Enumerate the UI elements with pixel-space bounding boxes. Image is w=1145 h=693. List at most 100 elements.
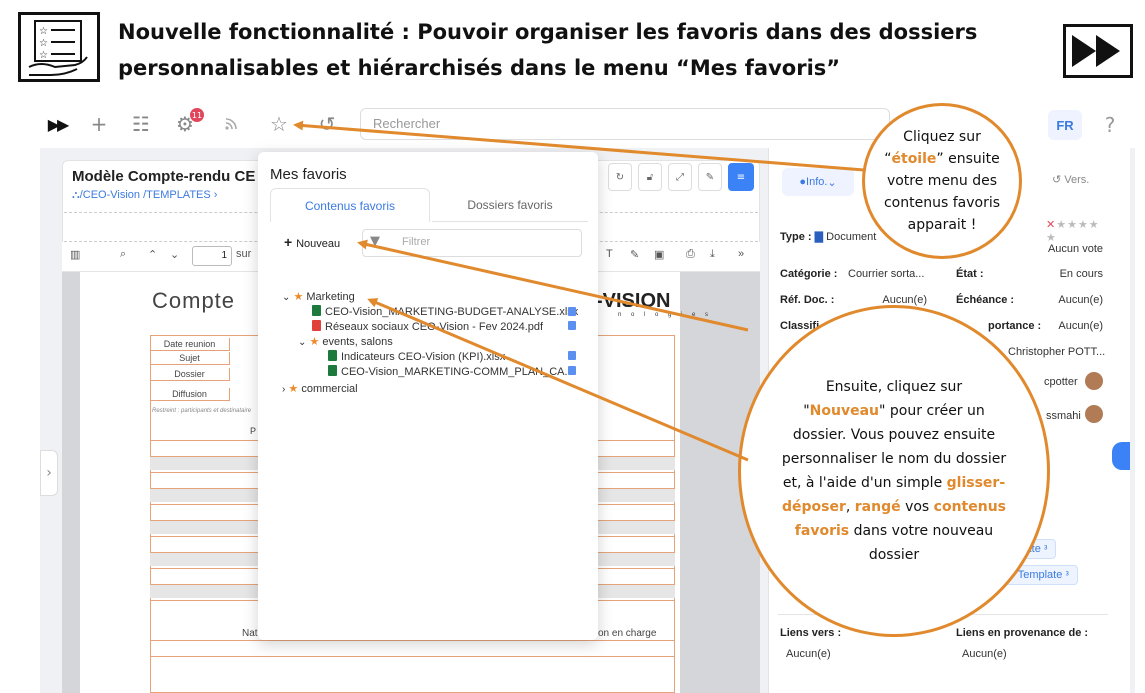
folder-commercial[interactable]: › ★ commercial (282, 382, 358, 395)
rating-stars[interactable]: ✕★★★★ ★ (1046, 218, 1100, 244)
form-section-label: P (250, 426, 257, 436)
notification-badge: 11 (190, 108, 204, 122)
menu-icon[interactable]: ≡ (728, 163, 754, 191)
user-name[interactable]: ssmahi (1046, 410, 1081, 422)
excel-file-icon (328, 350, 337, 361)
history-icon[interactable]: ↺ (314, 112, 340, 136)
folder-events[interactable]: ⌄ ★ events, salons (298, 335, 393, 348)
tab-favorite-folders[interactable]: Dossiers favoris (432, 188, 588, 222)
sitemap-icon: ⛬ (72, 189, 80, 201)
echeance-value: Aucun(e) (1058, 294, 1103, 306)
tab-favorite-contents[interactable]: Contenus favoris (270, 188, 430, 222)
sidebar-toggle-icon[interactable]: ▥ (70, 248, 80, 261)
rss-icon: ᵌ (1043, 543, 1048, 555)
chevron-down-icon[interactable]: ⌄ (298, 337, 306, 348)
avatar (1085, 405, 1103, 423)
filter-placeholder: Filtrer (402, 236, 431, 248)
search-input[interactable]: Rechercher (360, 108, 890, 140)
favorite-file[interactable]: Réseaux sociaux CEO-Vision - Fev 2024.pd… (312, 320, 543, 333)
refresh-icon[interactable]: ↻ (608, 163, 632, 191)
chevron-right-icon: › (213, 189, 218, 201)
favorite-file[interactable]: CEO-Vision_MARKETING-BUDGET-ANALYSE.xlsx (312, 305, 578, 318)
word-doc-icon: ▇ (814, 231, 824, 243)
form-note: Restreint : participants et destinataire (152, 408, 252, 414)
tree-list-icon[interactable]: ☷ (128, 112, 154, 136)
favorite-file[interactable]: CEO-Vision_MARKETING-COMM_PLAN_CA... (328, 365, 574, 378)
rss-icon[interactable] (218, 112, 244, 136)
trash-icon[interactable] (568, 351, 576, 360)
links-to-value: Aucun(e) (786, 648, 831, 660)
page-number-input[interactable]: 1 (192, 246, 232, 266)
info-circle-icon: ● (799, 176, 807, 188)
page-of-label: sur (236, 248, 252, 260)
votes-count: Aucun vote (1047, 243, 1103, 255)
new-folder-button[interactable]: + Nouveau (284, 234, 340, 250)
help-icon[interactable]: ? (1100, 110, 1120, 140)
user-name[interactable]: cpotter (1044, 376, 1078, 388)
form-label: Date reunion (150, 338, 230, 351)
folder-marketing[interactable]: ⌄ ★ Marketing (282, 290, 355, 303)
trash-icon[interactable] (568, 366, 576, 375)
star-icon[interactable]: ☆ (266, 112, 292, 136)
fast-forward-icon[interactable]: ▶▶ (44, 112, 70, 136)
categorie-value: Courrier sorta... (848, 268, 925, 280)
download-icon[interactable]: ⤓ (710, 248, 715, 261)
tab-info[interactable]: ● Info. ⌄ (782, 168, 854, 196)
breadcrumb-path[interactable]: /CEO-Vision /TEMPLATES (80, 189, 211, 201)
etat-label: État : (956, 268, 984, 280)
links-from-value: Aucun(e) (962, 648, 1007, 660)
avatar (1085, 372, 1103, 390)
plus-icon[interactable]: + (86, 112, 112, 136)
image-tool-icon[interactable]: ▣ (654, 248, 664, 261)
form-row (150, 640, 675, 654)
importance-label: portance : (988, 320, 1042, 332)
language-button[interactable]: FR (1048, 110, 1082, 140)
rss-icon: ᵌ (1065, 569, 1069, 581)
edit-icon[interactable]: ✎ (698, 163, 722, 191)
links-to-label: Liens vers : (780, 627, 842, 639)
tab-info-label: Info. (806, 176, 828, 188)
star-icon: ★ (293, 291, 304, 303)
company-logo-subtitle: n o l o g i e s (618, 312, 713, 318)
plus-icon: + (284, 234, 297, 250)
tab-versions[interactable]: ↺ Vers. (1052, 173, 1089, 186)
chevron-right-icon[interactable]: › (282, 384, 285, 395)
breadcrumb[interactable]: ⛬/CEO-Vision /TEMPLATES › (72, 189, 217, 202)
form-column-label: on en charge (598, 628, 657, 639)
form-label: Diffusion (150, 388, 230, 401)
fast-forward-icon (1063, 24, 1133, 78)
company-logo: -VISION (596, 290, 671, 312)
chevron-down-icon[interactable]: ⌄ (170, 248, 179, 261)
owner-name[interactable]: Christopher POTT... (1008, 346, 1105, 358)
draw-tool-icon[interactable]: ✎ (630, 248, 639, 261)
text-tool-icon[interactable]: T (606, 248, 613, 260)
chevron-down-icon[interactable]: ⌄ (282, 292, 290, 303)
search-icon[interactable]: ⌕ (120, 248, 126, 261)
trash-icon[interactable] (568, 307, 576, 316)
expand-left-icon[interactable]: › (40, 450, 58, 496)
fullscreen-icon[interactable]: ⤢ (668, 163, 692, 191)
type-field: Type : ▇ Document (780, 231, 877, 243)
form-row (150, 656, 675, 670)
cogs-icon[interactable]: ⚙ 11 (172, 108, 204, 136)
history-icon: ↺ (1052, 174, 1065, 186)
document-actions: ↻ 🔓︎ ⤢ ✎ ≡ (608, 163, 754, 193)
print-icon[interactable]: ⎙ (686, 248, 695, 261)
form-column-label: Nat (242, 628, 258, 639)
favorites-title: Mes favoris (270, 166, 347, 183)
etat-value: En cours (1059, 268, 1103, 280)
document-heading: Compte (152, 288, 236, 313)
chevron-up-icon[interactable]: ⌃ (148, 248, 157, 261)
tab-versions-label: Vers. (1064, 174, 1090, 186)
ref-label: Réf. Doc. : (780, 294, 835, 306)
side-panel-tab[interactable] (1112, 442, 1130, 470)
trash-icon[interactable] (568, 321, 576, 330)
filter-icon: ▼ (370, 234, 380, 249)
more-tools-icon[interactable]: » (738, 248, 744, 260)
callout-new-folder: Ensuite, cliquez sur "Nouveau" pour créer… (738, 305, 1050, 637)
unlock-icon[interactable]: 🔓︎ (638, 163, 662, 191)
svg-text:☆: ☆ (39, 26, 48, 37)
tutorial-slide: ☆ ☆ ☆ Nouvelle fonctionnalité : Pouvoir … (0, 0, 1145, 693)
favorite-file[interactable]: Indicateurs CEO-Vision (KPI).xlsx (328, 350, 505, 363)
filter-input[interactable] (362, 229, 582, 257)
